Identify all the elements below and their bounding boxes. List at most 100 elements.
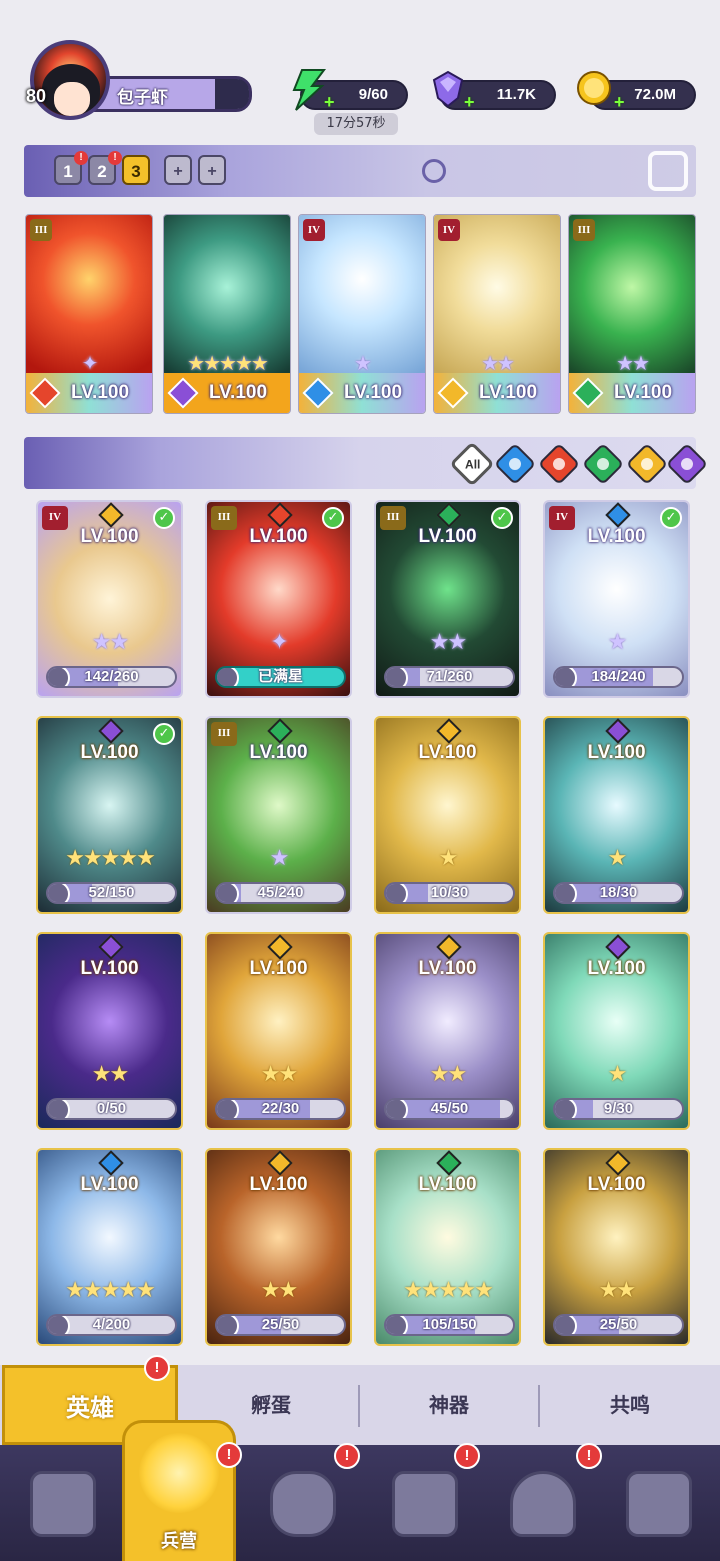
star-rating: ★★	[91, 630, 129, 655]
hero-level: LV.100	[249, 526, 308, 547]
alert-icon: !	[74, 151, 88, 165]
deployed-hero-3[interactable]: IV ★ LV.100	[298, 214, 426, 414]
hero-card[interactable]: III ✓ LV.100 ★★ 71/260	[374, 500, 521, 698]
shard-progress: 已满星	[215, 666, 346, 688]
alert-icon: !	[576, 1443, 602, 1469]
add-team-button[interactable]: +	[164, 155, 192, 185]
team-bar: 1! 2! 3 + +	[24, 145, 696, 197]
star-rating: ★	[438, 846, 459, 871]
water-filter-icon[interactable]	[493, 442, 537, 486]
hero-card[interactable]: LV.100 ★★ 25/50	[543, 1148, 690, 1346]
add-team-button[interactable]: +	[198, 155, 226, 185]
shard-icon	[217, 668, 239, 686]
hero-card[interactable]: III LV.100 ★ 45/240	[205, 716, 352, 914]
hero-level: LV.100	[249, 958, 308, 979]
star-rating: ★	[269, 846, 290, 871]
alert-icon: !	[334, 1443, 360, 1469]
coin-counter[interactable]: + 72.0M	[577, 71, 696, 112]
plus-icon: +	[324, 92, 335, 112]
star-rating: ★★	[429, 630, 467, 655]
energy-value: 9/60	[358, 86, 388, 103]
hero-card[interactable]: IV ✓ LV.100 ★★ 142/260	[36, 500, 183, 698]
hero-level: LV.100	[80, 1174, 139, 1195]
star-rating: ★★	[260, 1278, 298, 1303]
team-tab-3[interactable]: 3	[122, 155, 150, 185]
hero-card[interactable]: III ✓ LV.100 ✦ 已满星	[205, 500, 352, 698]
hero-level: LV.100	[249, 1174, 308, 1195]
tab-resonance[interactable]: 共鸣	[540, 1365, 720, 1445]
star-rating: ★★	[481, 351, 515, 375]
nav-barracks[interactable]: 兵营	[122, 1420, 236, 1561]
hero-card[interactable]: LV.100 ★★ 25/50	[205, 1148, 352, 1346]
hero-card[interactable]: IV ✓ LV.100 ★ 184/240	[543, 500, 690, 698]
player-name-bar[interactable]: 包子虾	[90, 76, 252, 112]
deployed-hero-2[interactable]: ★★★★★ LV.100	[163, 214, 291, 414]
hero-level: LV.100	[478, 382, 538, 403]
hero-card[interactable]: LV.100 ★★★★★ 105/150	[374, 1148, 521, 1346]
shard-icon	[386, 1316, 408, 1334]
shard-progress: 71/260	[384, 666, 515, 688]
hero-level: LV.100	[418, 1174, 477, 1195]
nav-mushroom[interactable]	[498, 1463, 588, 1547]
element-filter-bar: All	[24, 437, 709, 489]
shard-progress: 18/30	[553, 882, 684, 904]
dark-filter-icon[interactable]	[665, 442, 709, 486]
tab-artifacts[interactable]: 神器	[360, 1365, 538, 1445]
light-element-icon	[437, 377, 469, 409]
deployed-hero-1[interactable]: III ✦ LV.100	[25, 214, 153, 414]
search-icon[interactable]	[422, 159, 446, 183]
player-avatar[interactable]	[30, 40, 110, 120]
star-rating: ★★	[616, 351, 650, 375]
shard-icon	[555, 1100, 577, 1118]
gem-counter[interactable]: + 11.7K	[432, 70, 556, 112]
shard-icon	[48, 668, 70, 686]
star-rating: ★★★★★	[65, 1278, 156, 1303]
filter-all-button[interactable]: All	[449, 441, 495, 487]
hero-card[interactable]: LV.100 ★★ 0/50	[36, 932, 183, 1130]
shard-icon	[48, 1100, 70, 1118]
hero-card[interactable]: LV.100 ★ 9/30	[543, 932, 690, 1130]
rank-badge: IV	[303, 219, 325, 241]
nav-shop[interactable]	[380, 1463, 470, 1547]
energy-timer: 17分57秒	[314, 113, 398, 135]
star-rating: ★★★★★	[187, 351, 269, 375]
hero-card[interactable]: LV.100 ★★★★★ 4/200	[36, 1148, 183, 1346]
hero-level: LV.100	[587, 526, 646, 547]
hero-card[interactable]: LV.100 ★ 18/30	[543, 716, 690, 914]
barracks-icon	[139, 1433, 219, 1513]
shard-icon	[386, 884, 408, 902]
nav-map[interactable]	[258, 1463, 348, 1547]
team-tab-1[interactable]: 1!	[54, 151, 88, 185]
guild-banner-icon	[626, 1471, 692, 1537]
hero-level: LV.100	[249, 742, 308, 763]
team-tab-2[interactable]: 2!	[88, 151, 122, 185]
water-element-icon	[302, 377, 334, 409]
light-filter-icon[interactable]	[625, 442, 669, 486]
share-icon[interactable]	[648, 151, 688, 191]
hero-grid: IV ✓ LV.100 ★★ 142/260 III ✓ LV.100 ✦ 已满…	[36, 500, 692, 1346]
hero-level: LV.100	[587, 742, 646, 763]
hero-level: LV.100	[418, 958, 477, 979]
shard-progress: 184/240	[553, 666, 684, 688]
star-rating: ★	[354, 351, 372, 375]
star-rating: ★★	[598, 1278, 636, 1303]
shard-progress: 9/30	[553, 1098, 684, 1120]
gem-value: 11.7K	[496, 86, 536, 103]
hero-card[interactable]: ✓ LV.100 ★★★★★ 52/150	[36, 716, 183, 914]
deployed-heroes: III ✦ LV.100 ★★★★★ LV.100 IV ★ LV.100 IV…	[25, 214, 696, 416]
star-rating: ★	[607, 1062, 628, 1087]
fire-filter-icon[interactable]	[537, 442, 581, 486]
hero-card[interactable]: LV.100 ★★ 22/30	[205, 932, 352, 1130]
nav-cards[interactable]	[18, 1463, 108, 1547]
deployed-hero-5[interactable]: III ★★ LV.100	[568, 214, 696, 414]
star-rating: ★★★★★	[403, 1278, 494, 1303]
deployed-hero-4[interactable]: IV ★★ LV.100	[433, 214, 561, 414]
hero-level: LV.100	[70, 382, 130, 403]
hero-card[interactable]: LV.100 ★ 10/30	[374, 716, 521, 914]
shard-icon	[217, 884, 239, 902]
hero-card[interactable]: LV.100 ★★ 45/50	[374, 932, 521, 1130]
shard-progress: 22/30	[215, 1098, 346, 1120]
wind-filter-icon[interactable]	[581, 442, 625, 486]
energy-counter[interactable]: + 9/60	[292, 69, 408, 112]
nav-guild[interactable]	[614, 1463, 704, 1547]
